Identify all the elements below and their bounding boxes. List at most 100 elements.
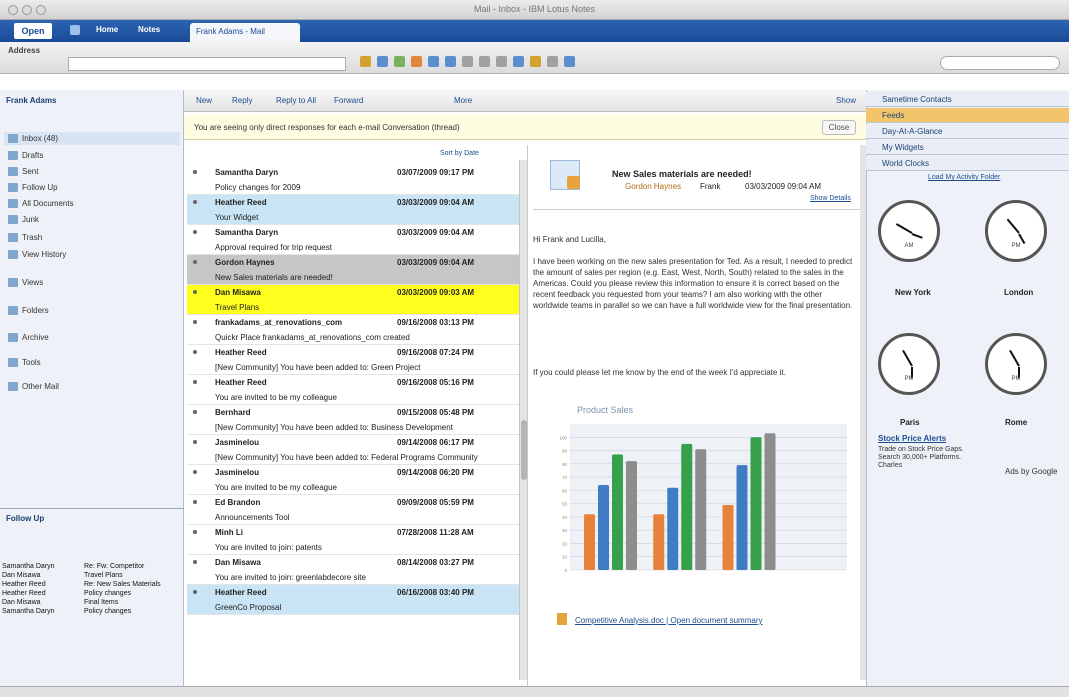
sidebar-item-archive[interactable]: Archive <box>8 333 49 342</box>
table-row-subject[interactable]: Quickr Place frankadams_at_renovations_c… <box>187 330 519 345</box>
sidebar-item-drafts[interactable]: Drafts <box>8 151 43 160</box>
table-row[interactable]: Jasminelou 09/14/2008 06:17 PM <box>187 435 519 450</box>
table-row[interactable]: Heather Reed 06/16/2008 03:40 PM <box>187 585 519 600</box>
table-row-subject[interactable]: Your Widget <box>187 210 519 225</box>
table-row[interactable]: Heather Reed 09/16/2008 05:16 PM <box>187 375 519 390</box>
received-date: 06/16/2008 03:40 PM <box>397 588 474 597</box>
cut-icon[interactable] <box>462 56 473 67</box>
reply-all-button[interactable]: Reply to All <box>276 96 316 105</box>
gear-icon[interactable] <box>70 25 80 35</box>
table-row[interactable]: Jasminelou 09/14/2008 06:20 PM <box>187 465 519 480</box>
list-item[interactable]: Dan Misawa Final Items <box>2 599 161 608</box>
table-row[interactable]: Minh Li 07/28/2008 11:28 AM <box>187 525 519 540</box>
tab-frank-adams-mail[interactable]: Frank Adams - Mail <box>190 23 300 42</box>
widget-day-at-a-glance[interactable]: Day-At-A-Glance <box>866 124 1069 139</box>
save-icon[interactable] <box>377 56 388 67</box>
table-row[interactable]: Dan Misawa 03/03/2009 09:03 AM <box>187 285 519 300</box>
table-row-subject[interactable]: [New Community] You have been added to: … <box>187 420 519 435</box>
table-row-subject[interactable]: Approval required for trip request <box>187 240 519 255</box>
status-bar <box>0 686 1069 697</box>
table-row-subject[interactable]: Policy changes for 2009 <box>187 180 519 195</box>
list-item[interactable]: Samantha Daryn Policy changes <box>2 608 161 617</box>
thread-info-banner: You are seeing only direct responses for… <box>184 115 866 140</box>
reply-button[interactable]: Reply <box>232 96 252 105</box>
widget-feeds[interactable]: Feeds <box>866 108 1069 123</box>
table-row-subject[interactable]: New Sales materials are needed! <box>187 270 519 285</box>
activity-folder-link[interactable]: Load My Activity Folder <box>928 174 1000 181</box>
attachment-links[interactable]: Competitive Analysis.doc | Open document… <box>575 616 763 625</box>
sidebar-item-follow-up[interactable]: Follow Up <box>8 183 58 192</box>
received-date: 09/15/2008 05:48 PM <box>397 408 474 417</box>
calendar-icon[interactable] <box>564 56 575 67</box>
copy-icon[interactable] <box>479 56 490 67</box>
table-row[interactable]: Ed Brandon 09/09/2008 05:59 PM <box>187 495 519 510</box>
find-icon[interactable] <box>513 56 524 67</box>
sender: Heather Reed <box>215 378 267 387</box>
search-input[interactable] <box>940 56 1060 70</box>
table-row-subject[interactable]: [New Community] You have been added to: … <box>187 450 519 465</box>
sidebar-item-other-mail[interactable]: Other Mail <box>8 382 59 391</box>
table-row[interactable]: Samantha Daryn 03/03/2009 09:04 AM <box>187 225 519 240</box>
address-input[interactable] <box>68 57 346 71</box>
sidebar-item-folders[interactable]: Folders <box>8 306 49 315</box>
forward-icon[interactable] <box>445 56 456 67</box>
folder-icon[interactable] <box>360 56 371 67</box>
widget-my-widgets[interactable]: My Widgets <box>866 140 1069 155</box>
table-row-subject[interactable]: Travel Plans <box>187 300 519 315</box>
sidebar-divider <box>0 508 184 509</box>
message-from[interactable]: Gordon Haynes <box>625 182 681 191</box>
list-item[interactable]: Heather Reed Policy changes <box>2 590 161 599</box>
table-row-subject[interactable]: You are invited to be my colleague <box>187 390 519 405</box>
table-row[interactable]: Samantha Daryn 03/07/2009 09:17 PM <box>187 165 519 180</box>
table-row[interactable]: Dan Misawa 08/14/2008 03:27 PM <box>187 555 519 570</box>
show-button[interactable]: Show <box>836 96 856 105</box>
ad-title-link[interactable]: Stock Price Alerts <box>878 434 946 443</box>
forward-button[interactable]: Forward <box>334 96 363 105</box>
received-date: 09/14/2008 06:17 PM <box>397 438 474 447</box>
sidebar-item-inbox[interactable]: Inbox (48) <box>4 132 180 145</box>
list-scrollbar[interactable] <box>519 160 527 680</box>
sidebar-item-sent[interactable]: Sent <box>8 167 38 176</box>
tab-notes[interactable]: Notes <box>138 25 160 34</box>
sidebar-item-all-documents[interactable]: All Documents <box>8 199 74 208</box>
attach-icon[interactable] <box>530 56 541 67</box>
table-row-subject[interactable]: [New Community] You have been added to: … <box>187 360 519 375</box>
subject: You are invited to join: greenlabdecore … <box>215 573 366 582</box>
table-row-subject[interactable]: Announcements Tool <box>187 510 519 525</box>
list-item[interactable]: Heather Reed Re: New Sales Materials <box>2 581 161 590</box>
widget-sametime-contacts[interactable]: Sametime Contacts <box>866 92 1069 107</box>
message-to[interactable]: Frank <box>700 182 720 191</box>
sort-control[interactable]: Sort by Date <box>440 150 479 157</box>
table-row[interactable]: Bernhard 09/15/2008 05:48 PM <box>187 405 519 420</box>
tab-home[interactable]: Home <box>96 25 118 34</box>
subject: [New Community] You have been added to: … <box>215 453 478 462</box>
sidebar-item-junk[interactable]: Junk <box>8 215 39 224</box>
list-item[interactable]: Dan Misawa Travel Plans <box>2 572 161 581</box>
open-button[interactable]: Open <box>14 23 52 39</box>
table-row-subject[interactable]: You are invited to be my colleague <box>187 480 519 495</box>
sidebar-item-views[interactable]: Views <box>8 278 43 287</box>
sidebar-item-trash[interactable]: Trash <box>8 233 42 242</box>
sender: Samantha Daryn <box>215 228 279 237</box>
table-row-subject[interactable]: GreenCo Proposal <box>187 600 519 615</box>
table-row[interactable]: Heather Reed 03/03/2009 09:04 AM <box>187 195 519 210</box>
sidebar-item-view-history[interactable]: View History <box>8 250 66 259</box>
image-icon[interactable] <box>547 56 558 67</box>
more-button[interactable]: More <box>454 96 472 105</box>
table-row[interactable]: frankadams_at_renovations_com 09/16/2008 … <box>187 315 519 330</box>
new-button[interactable]: New <box>196 96 212 105</box>
unread-dot <box>193 260 197 264</box>
back-icon[interactable] <box>428 56 439 67</box>
sidebar-item-tools[interactable]: Tools <box>8 358 41 367</box>
table-row-subject[interactable]: You are invited to join: patents <box>187 540 519 555</box>
table-row[interactable]: Heather Reed 09/16/2008 07:24 PM <box>187 345 519 360</box>
paste-icon[interactable] <box>496 56 507 67</box>
list-item[interactable]: Samantha Daryn Re: Fw: Competitor <box>2 563 161 572</box>
refresh-icon[interactable] <box>394 56 405 67</box>
widget-world-clocks[interactable]: World Clocks <box>866 156 1069 171</box>
table-row[interactable]: Gordon Haynes 03/03/2009 09:04 AM <box>187 255 519 270</box>
show-details-link[interactable]: Show Details <box>810 195 851 202</box>
print-icon[interactable] <box>411 56 422 67</box>
banner-close-button[interactable]: Close <box>822 120 856 135</box>
table-row-subject[interactable]: You are invited to join: greenlabdecore … <box>187 570 519 585</box>
